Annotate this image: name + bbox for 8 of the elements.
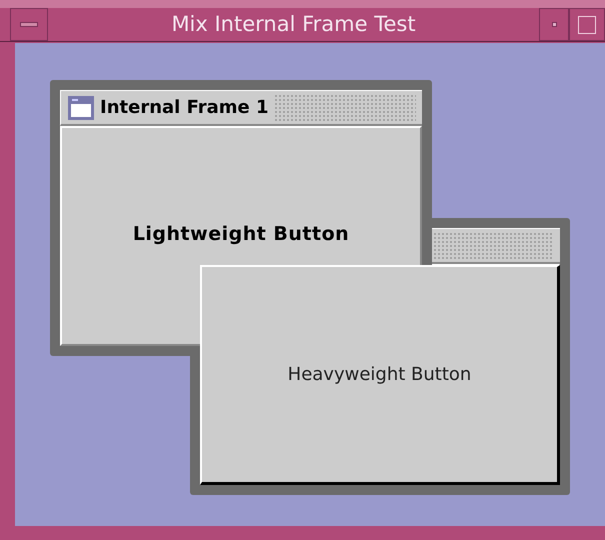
maximize-icon (578, 16, 596, 34)
window-menu-button[interactable] (10, 8, 48, 41)
maximize-button[interactable] (569, 8, 605, 41)
frame-title: Internal Frame 1 (100, 96, 269, 120)
frame-title-bar[interactable]: Internal Frame 1 (60, 90, 422, 126)
frame-icon[interactable] (67, 94, 95, 120)
heavyweight-button[interactable]: Heavyweight Button (200, 265, 560, 485)
window-title: Mix Internal Frame Test (170, 11, 417, 38)
